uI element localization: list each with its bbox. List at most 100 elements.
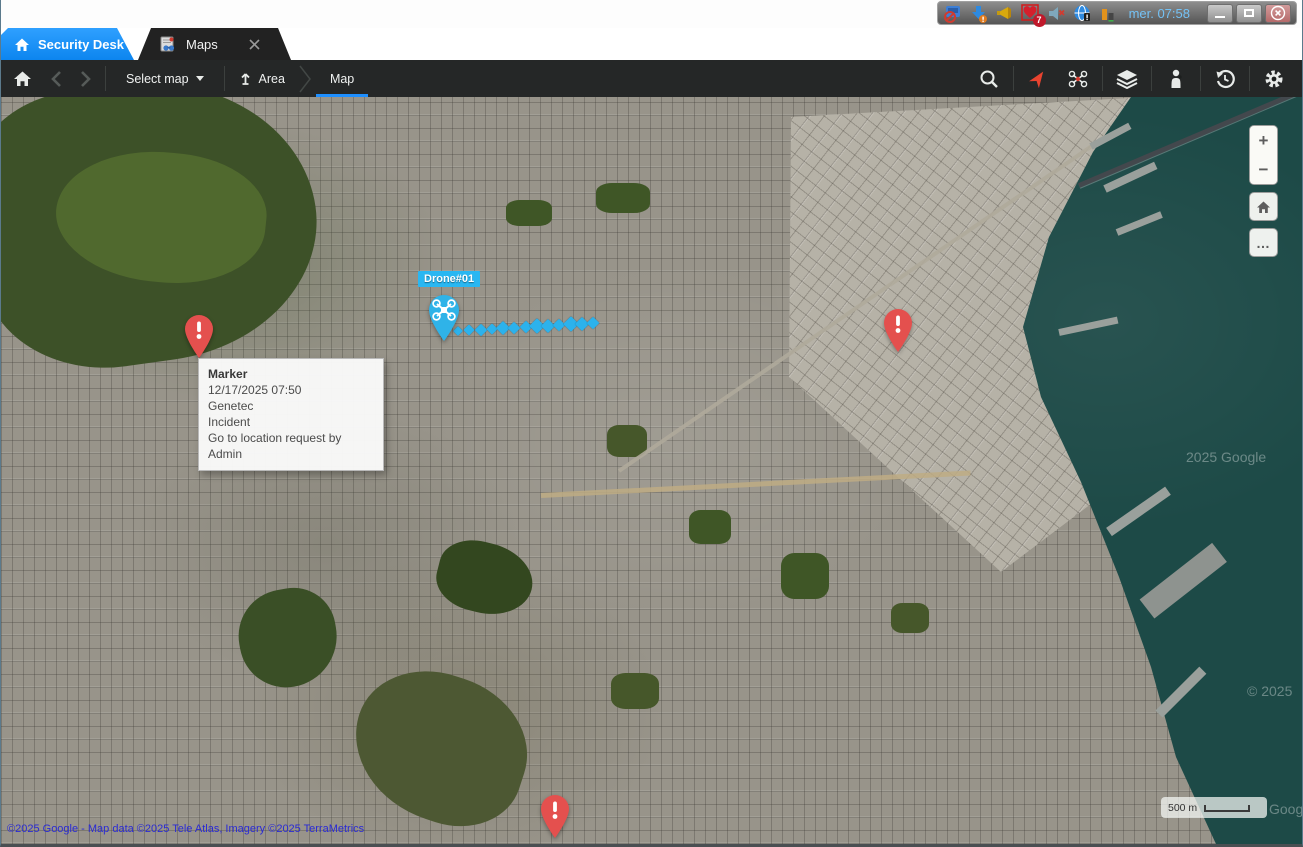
tooltip-timestamp: 12/17/2025 07:50 [208,382,374,398]
layers-icon [1116,69,1138,89]
toolbar-divider [1102,66,1103,91]
gear-icon [1264,69,1284,89]
remote-session-icon[interactable] [943,4,962,23]
titlebar: 7 mer. 07:58 [1,0,1302,28]
street-view-person-icon [1167,69,1185,89]
maps-tab-icon [160,36,177,52]
map-more-button[interactable]: … [1249,228,1278,257]
google-watermark: 2025 Google [1186,449,1266,465]
scalebar-label: 500 m [1168,802,1197,814]
tab-security-desk-label: Security Desk [38,37,124,52]
layers-button[interactable] [1107,60,1147,97]
forward-button[interactable] [71,60,101,97]
toolbar-divider [1013,66,1014,91]
breadcrumb-separator [298,60,312,97]
home-view-button[interactable] [1,60,41,97]
navigation-arrow-icon [1028,69,1048,89]
breadcrumb-map-active[interactable]: Map [316,60,368,97]
breadcrumb-area-label: Area [259,72,285,86]
close-circle-icon [1270,5,1286,21]
tracking-button[interactable] [1018,60,1058,97]
network-status-icon[interactable] [1073,4,1092,23]
chevron-down-icon [196,76,204,81]
incident-marker-pin[interactable] [881,309,915,353]
breadcrumb-area[interactable]: Area [229,60,294,97]
map-scalebar: 500 m [1161,797,1267,818]
drone-trail-point [508,321,521,334]
health-events-icon[interactable]: 7 [1021,4,1040,23]
tab-maps-label: Maps [186,37,218,52]
select-map-button[interactable]: Select map [110,60,220,97]
map-controls: + − … [1249,125,1278,257]
drone-icon [1067,69,1089,89]
health-badge: 7 [1033,14,1046,27]
map-canvas[interactable]: 2025 Google © 2025 Goog ©2025 Google - Map… [1,97,1302,844]
home-icon [13,70,32,87]
drone-pin[interactable] [425,294,463,342]
street-view-button[interactable] [1156,60,1196,97]
zoom-in-button[interactable]: + [1250,126,1277,155]
tooltip-description: Go to location request by Admin [208,430,374,462]
tab-bar: Security Desk Maps [1,28,1302,60]
home-icon [14,37,30,52]
zoom-control-group: + − [1249,125,1278,185]
google-watermark: Goog [1269,801,1302,817]
map-home-button[interactable] [1249,192,1278,221]
zoom-out-button[interactable]: − [1250,155,1277,184]
up-one-level-icon [238,71,252,86]
drone-trail-point [464,325,475,336]
map-park [506,200,552,226]
drone-label[interactable]: Drone#01 [418,271,480,287]
history-clock-icon [1215,69,1235,89]
resource-usage-icon[interactable] [1099,4,1118,23]
drone-trail-point [486,323,497,334]
chevron-left-icon [50,70,62,88]
maximize-button[interactable] [1236,4,1262,23]
toolbar-divider [105,66,106,91]
breadcrumb-map-label: Map [330,72,354,86]
map-park [689,510,731,544]
map-park [231,581,345,695]
history-button[interactable] [1205,60,1245,97]
incident-marker-pin[interactable] [538,795,572,839]
announcement-icon[interactable] [995,4,1014,23]
download-alert-icon[interactable] [969,4,988,23]
close-window-button[interactable] [1265,4,1291,23]
home-icon [1256,200,1271,214]
clock: mer. 07:58 [1129,6,1190,21]
toolbar-divider [1200,66,1201,91]
tooltip-source: Genetec [208,398,374,414]
map-toolbar: Select map Area Map [1,60,1302,97]
search-icon [979,69,999,89]
window-buttons [1207,4,1291,23]
map-park [891,603,929,633]
tooltip-category: Incident [208,414,374,430]
toolbar-divider [1151,66,1152,91]
drone-trail-point [587,317,600,330]
google-watermark: © 2025 [1247,683,1292,699]
back-button[interactable] [41,60,71,97]
toolbar-divider [1249,66,1250,91]
system-tray: 7 mer. 07:58 [937,1,1297,25]
scalebar-rule [1204,805,1250,812]
chevron-right-icon [80,70,92,88]
settings-button[interactable] [1254,60,1294,97]
toolbar-divider [224,66,225,91]
minimize-button[interactable] [1207,4,1233,23]
tab-close-icon[interactable] [249,39,260,50]
tab-security-desk[interactable]: Security Desk [1,28,134,60]
tab-maps[interactable]: Maps [138,28,291,60]
search-button[interactable] [969,60,1009,97]
drone-panel-button[interactable] [1058,60,1098,97]
audio-muted-icon[interactable] [1047,4,1066,23]
map-park [596,183,650,213]
drone-trail-point [474,323,487,336]
select-map-label: Select map [126,72,189,86]
map-copyright: ©2025 Google - Map data ©2025 Tele Atlas… [7,823,364,835]
tooltip-title: Marker [208,366,374,382]
map-park [611,673,659,709]
map-hills [335,652,546,844]
incident-marker-pin[interactable] [182,315,216,359]
marker-tooltip: Marker 12/17/2025 07:50 Genetec Incident… [198,358,384,471]
map-park [781,553,829,599]
